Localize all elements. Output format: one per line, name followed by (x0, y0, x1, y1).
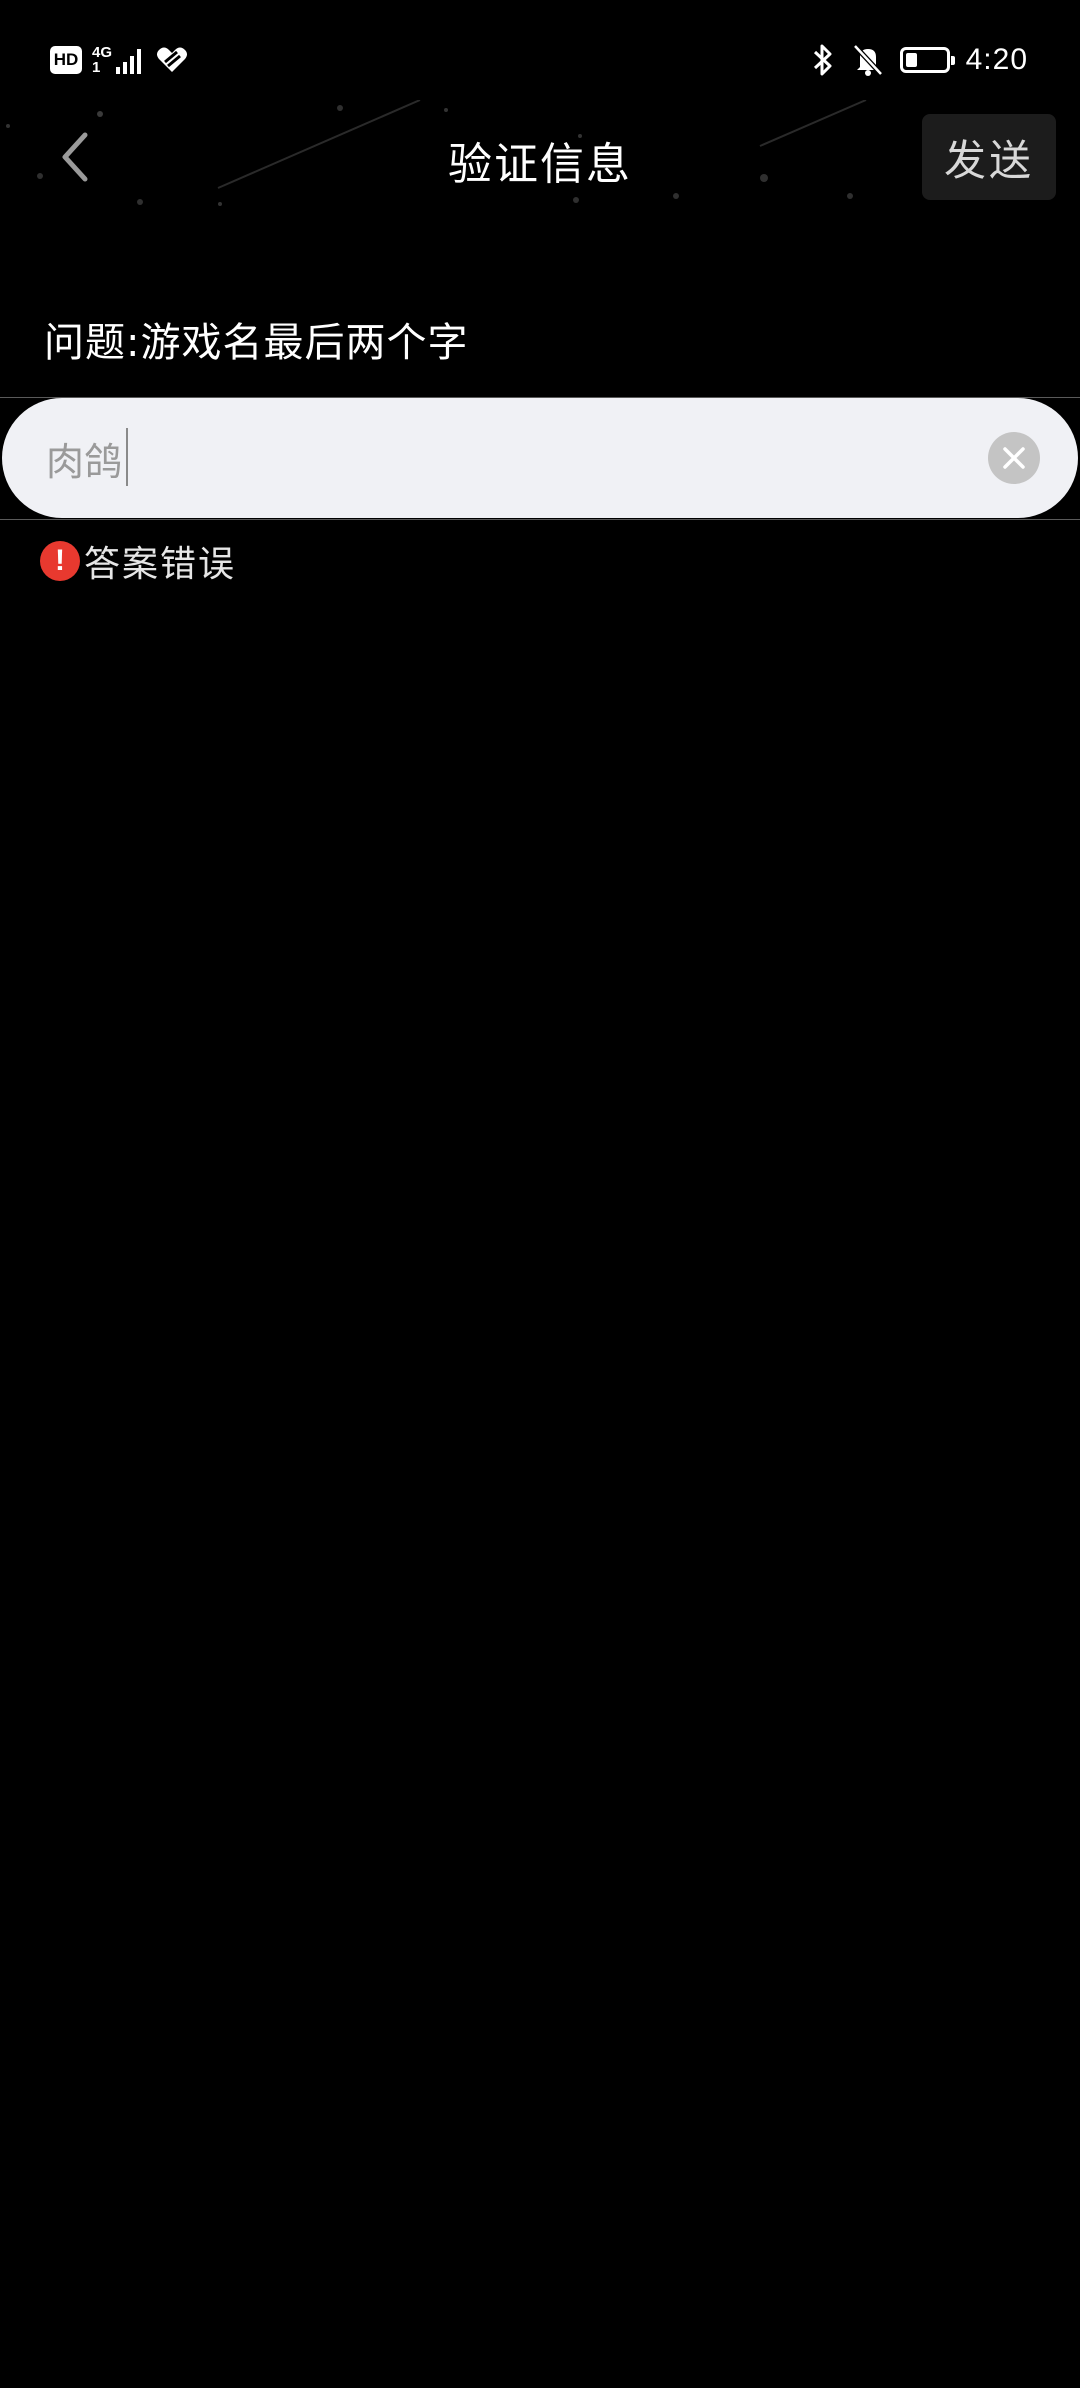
text-caret (126, 428, 128, 486)
send-button[interactable]: 发送 (922, 114, 1056, 200)
clear-button[interactable] (988, 432, 1040, 484)
error-text: 答案错误 (84, 544, 237, 585)
bluetooth-icon (813, 44, 832, 76)
status-left: HD 4G 1 (50, 40, 189, 80)
sim-slot-label: 1 (92, 59, 101, 76)
network-indicator: 4G 1 (92, 45, 145, 75)
hd-badge: HD (50, 46, 82, 74)
battery-icon (899, 47, 955, 73)
clock: 4:20 (965, 43, 1028, 76)
status-bar: HD 4G 1 4:20 (0, 0, 1080, 110)
bell-muted-icon (852, 44, 883, 76)
signal-bars-icon (116, 49, 142, 74)
page-title: 验证信息 (448, 139, 632, 190)
battery-level (905, 53, 917, 67)
question-text: 问题:游戏名最后两个字 (44, 320, 469, 366)
answer-input[interactable] (46, 420, 946, 496)
exclamation-icon: ! (40, 541, 80, 581)
wifi-heart-icon (157, 47, 188, 72)
answer-field[interactable] (2, 398, 1078, 518)
status-right: 4:20 (810, 38, 1028, 82)
close-icon (1003, 447, 1025, 469)
header: 验证信息 发送 (0, 100, 1080, 220)
network-type-label: 4G (92, 44, 113, 61)
divider-bottom (0, 519, 1080, 520)
error-message: ! 答案错误 (40, 536, 236, 586)
